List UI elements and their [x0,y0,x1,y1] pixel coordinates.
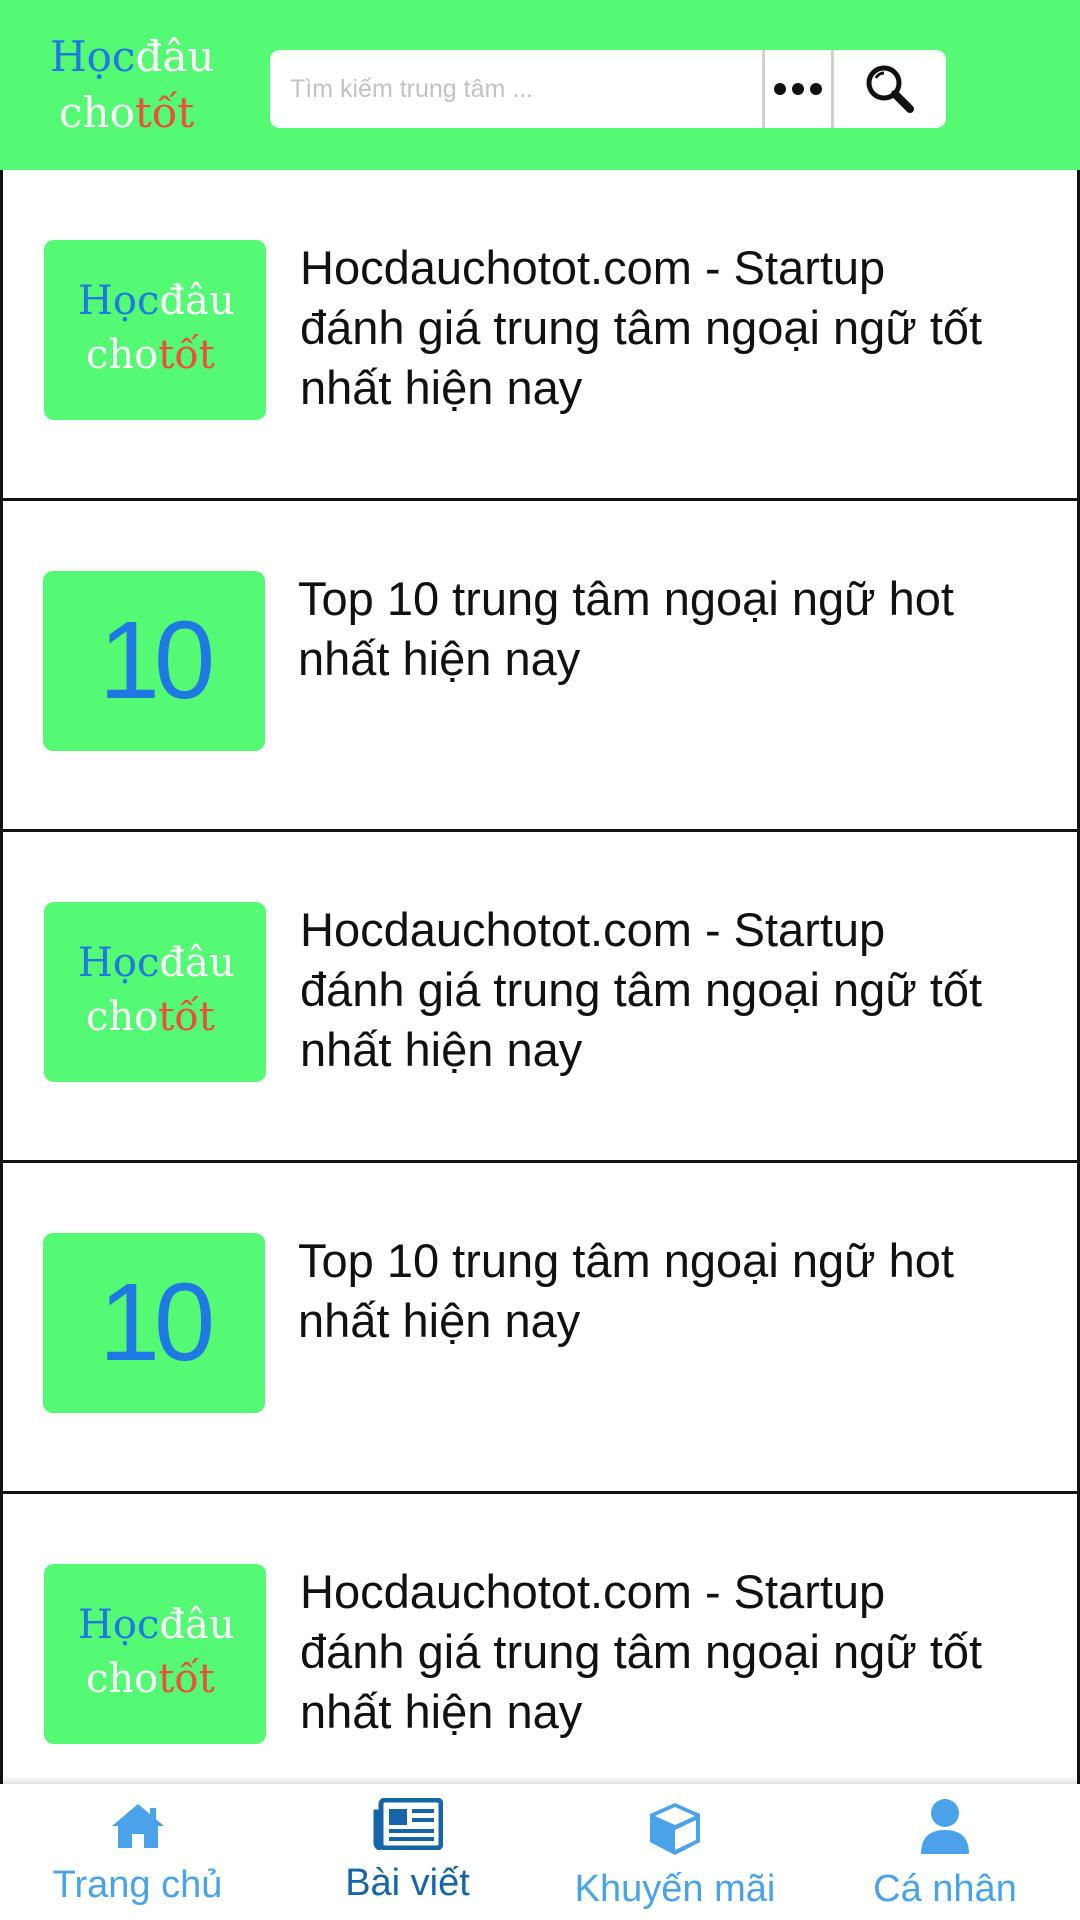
logo-text-cho: cho [86,994,159,1040]
thumbnail-logo: Họcđâu chotốt [44,936,266,1044]
post-thumbnail: 10 [43,1233,265,1413]
search-bar [270,50,946,128]
post-list: Họcđâu chotốt Hocdauchotot.com - Startup… [0,170,1080,1784]
logo-text-tot: tốt [134,88,195,137]
user-icon [921,1799,969,1854]
thumbnail-number: 10 [98,1261,215,1384]
nav-label: Bài viết [345,1862,470,1904]
post-thumbnail: Họcđâu chotốt [44,240,266,420]
thumbnail-number: 10 [98,599,215,722]
logo-text-tot: tốt [158,994,215,1040]
search-button[interactable] [834,50,946,128]
app-logo[interactable]: Họcđâu chotốt [45,30,235,142]
thumbnail-logo: Họcđâu chotốt [44,1598,266,1706]
post-item[interactable]: Họcđâu chotốt Hocdauchotot.com - Startup… [0,170,1080,501]
logo-text-dau: đâu [135,32,215,81]
nav-item-posts[interactable]: Bài viết [275,1784,540,1920]
logo-text-cho: cho [86,1656,159,1702]
thumbnail-logo: Họcđâu chotốt [44,274,266,382]
newspaper-icon [373,1798,443,1850]
home-icon [111,1804,164,1848]
nav-label: Trang chủ [52,1864,223,1906]
more-dots-icon [810,83,822,95]
logo-text-dau: đâu [159,1602,235,1648]
logo-text-tot: tốt [158,332,215,378]
search-input[interactable] [270,50,762,128]
post-title[interactable]: Hocdauchotot.com - Startup đánh giá trun… [300,900,1000,1080]
logo-text-dau: đâu [159,940,235,986]
logo-text-hoc: Học [78,940,160,986]
nav-item-profile[interactable]: Cá nhân [810,1784,1080,1920]
post-title[interactable]: Top 10 trung tâm ngoại ngữ hot nhất hiện… [298,1231,998,1351]
post-thumbnail: Họcđâu chotốt [44,902,266,1082]
post-item[interactable]: Họcđâu chotốt Hocdauchotot.com - Startup… [0,832,1080,1163]
app-header: Họcđâu chotốt [0,0,1080,170]
more-dots-icon [774,83,786,95]
logo-text-tot: tốt [158,1656,215,1702]
more-options-button[interactable] [762,50,834,128]
post-thumbnail: 10 [43,571,265,751]
post-thumbnail: Họcđâu chotốt [44,1564,266,1744]
post-item[interactable]: 10 Top 10 trung tâm ngoại ngữ hot nhất h… [0,1163,1080,1494]
post-item[interactable]: Họcđâu chotốt Hocdauchotot.com - Startup… [0,1494,1080,1784]
logo-text-hoc: Học [78,1602,160,1648]
post-title[interactable]: Hocdauchotot.com - Startup đánh giá trun… [300,238,1000,418]
nav-label: Khuyến mãi [574,1868,776,1910]
bottom-nav: Trang chủ Bài viết Khuyến mãi Cá nhân [0,1784,1080,1920]
box-icon [650,1803,700,1855]
post-item[interactable]: 10 Top 10 trung tâm ngoại ngữ hot nhất h… [0,501,1080,832]
logo-text-hoc: Học [78,278,160,324]
more-dots-icon [792,83,804,95]
post-title[interactable]: Top 10 trung tâm ngoại ngữ hot nhất hiện… [298,569,998,689]
logo-text-dau: đâu [159,278,235,324]
logo-text-cho: cho [86,332,159,378]
magnifier-icon [866,65,914,113]
nav-item-promotions[interactable]: Khuyến mãi [540,1784,810,1920]
nav-item-home[interactable]: Trang chủ [0,1784,275,1920]
post-title[interactable]: Hocdauchotot.com - Startup đánh giá trun… [300,1562,1000,1742]
nav-label: Cá nhân [873,1868,1017,1910]
logo-text-hoc: Học [50,32,136,81]
logo-text-cho: cho [59,88,135,137]
